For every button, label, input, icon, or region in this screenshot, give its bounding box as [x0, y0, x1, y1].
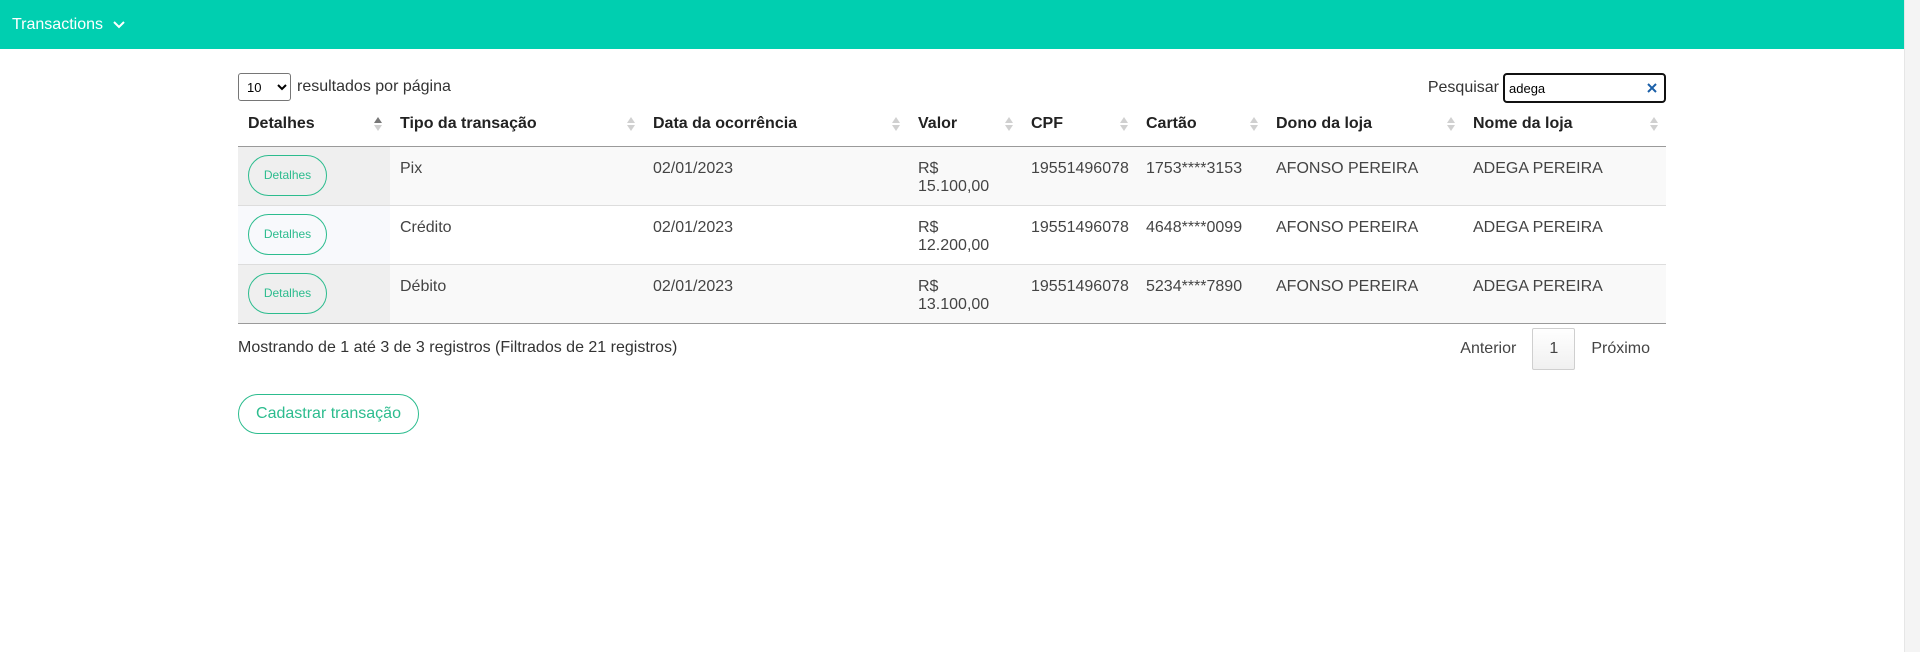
table-row: Detalhes Pix 02/01/2023 R$ 15.100,00 195… [238, 146, 1666, 206]
cell-detalhes: Detalhes [238, 264, 390, 324]
cell-valor: R$ 15.100,00 [908, 146, 1021, 206]
cell-data: 02/01/2023 [643, 205, 908, 265]
cell-valor: R$ 12.200,00 [908, 205, 1021, 265]
cell-tipo: Débito [390, 264, 643, 324]
cell-detalhes: Detalhes [238, 146, 390, 206]
table-row: Detalhes Crédito 02/01/2023 R$ 12.200,00… [238, 205, 1666, 265]
pagination-next[interactable]: Próximo [1575, 340, 1666, 358]
column-header-label: Valor [918, 115, 958, 133]
cell-loja: ADEGA PEREIRA [1463, 205, 1666, 265]
cell-tipo: Crédito [390, 205, 643, 265]
search-label: Pesquisar [1427, 79, 1499, 96]
cell-cpf: 19551496078 [1021, 146, 1136, 206]
details-button[interactable]: Detalhes [248, 213, 327, 255]
pagination: Anterior 1 Próximo [1444, 327, 1666, 370]
cell-valor: R$ 13.100,00 [908, 264, 1021, 324]
sort-icon [1250, 117, 1258, 133]
cell-dono: AFONSO PEREIRA [1266, 205, 1463, 265]
column-header-label: Nome da loja [1473, 115, 1573, 133]
column-header-tipo[interactable]: Tipo da transação [390, 103, 643, 147]
cell-dono: AFONSO PEREIRA [1266, 146, 1463, 206]
transactions-table: Detalhes Tipo da transação Data da ocorr… [238, 103, 1666, 324]
sort-icon [1120, 117, 1128, 133]
column-header-valor[interactable]: Valor [908, 103, 1021, 147]
cell-loja: ADEGA PEREIRA [1463, 146, 1666, 206]
column-header-label: CPF [1031, 115, 1063, 133]
page-scrollbar[interactable] [1904, 0, 1920, 652]
table-footer: Mostrando de 1 até 3 de 3 registros (Fil… [238, 324, 1666, 370]
search-box [1503, 73, 1666, 103]
column-header-label: Dono da loja [1276, 115, 1372, 133]
cell-loja: ADEGA PEREIRA [1463, 264, 1666, 324]
transactions-menu-toggle[interactable]: Transactions [12, 16, 125, 34]
records-info: Mostrando de 1 até 3 de 3 registros (Fil… [238, 338, 678, 356]
pagination-previous[interactable]: Anterior [1444, 340, 1532, 358]
top-navbar: Transactions [0, 0, 1904, 49]
nav-title: Transactions [12, 15, 103, 33]
pagination-current-page[interactable]: 1 [1532, 327, 1576, 370]
page-length-control: 10 resultados por página [238, 73, 451, 101]
table-header-row: Detalhes Tipo da transação Data da ocorr… [238, 103, 1666, 147]
column-header-loja[interactable]: Nome da loja [1463, 103, 1666, 147]
search-input[interactable] [1505, 75, 1664, 101]
table-row: Detalhes Débito 02/01/2023 R$ 13.100,00 … [238, 264, 1666, 324]
cell-cartao: 1753****3153 [1136, 146, 1266, 206]
sort-icon [1447, 117, 1455, 133]
cell-cpf: 19551496078 [1021, 264, 1136, 324]
sort-icon [1650, 117, 1658, 133]
cell-cartao: 5234****7890 [1136, 264, 1266, 324]
column-header-cpf[interactable]: CPF [1021, 103, 1136, 147]
search-control: Pesquisar [1428, 73, 1666, 103]
sort-icon [627, 117, 635, 133]
cell-data: 02/01/2023 [643, 146, 908, 206]
add-transaction-button[interactable]: Cadastrar transação [238, 394, 419, 434]
sort-asc-icon [374, 117, 382, 133]
details-button[interactable]: Detalhes [248, 154, 327, 196]
cell-data: 02/01/2023 [643, 264, 908, 324]
column-header-label: Cartão [1146, 115, 1197, 133]
chevron-down-icon [113, 20, 125, 28]
sort-icon [1005, 117, 1013, 133]
page-length-label: resultados por página [297, 78, 451, 95]
sort-icon [892, 117, 900, 133]
cell-dono: AFONSO PEREIRA [1266, 264, 1463, 324]
cell-cartao: 4648****0099 [1136, 205, 1266, 265]
close-icon[interactable] [1646, 82, 1658, 94]
column-header-label: Data da ocorrência [653, 115, 798, 133]
page-length-select[interactable]: 10 [238, 73, 291, 101]
column-header-data[interactable]: Data da ocorrência [643, 103, 908, 147]
cell-tipo: Pix [390, 146, 643, 206]
cell-cpf: 19551496078 [1021, 205, 1136, 265]
column-header-label: Tipo da transação [400, 115, 537, 133]
transactions-table-wrapper: 10 resultados por página Pesquisar adega… [238, 73, 1666, 370]
column-header-label: Detalhes [248, 115, 315, 133]
cell-detalhes: Detalhes [238, 205, 390, 265]
column-header-detalhes[interactable]: Detalhes [238, 103, 390, 147]
column-header-cartao[interactable]: Cartão [1136, 103, 1266, 147]
details-button[interactable]: Detalhes [248, 272, 327, 314]
table-controls: 10 resultados por página Pesquisar [238, 73, 1666, 103]
column-header-dono[interactable]: Dono da loja [1266, 103, 1463, 147]
